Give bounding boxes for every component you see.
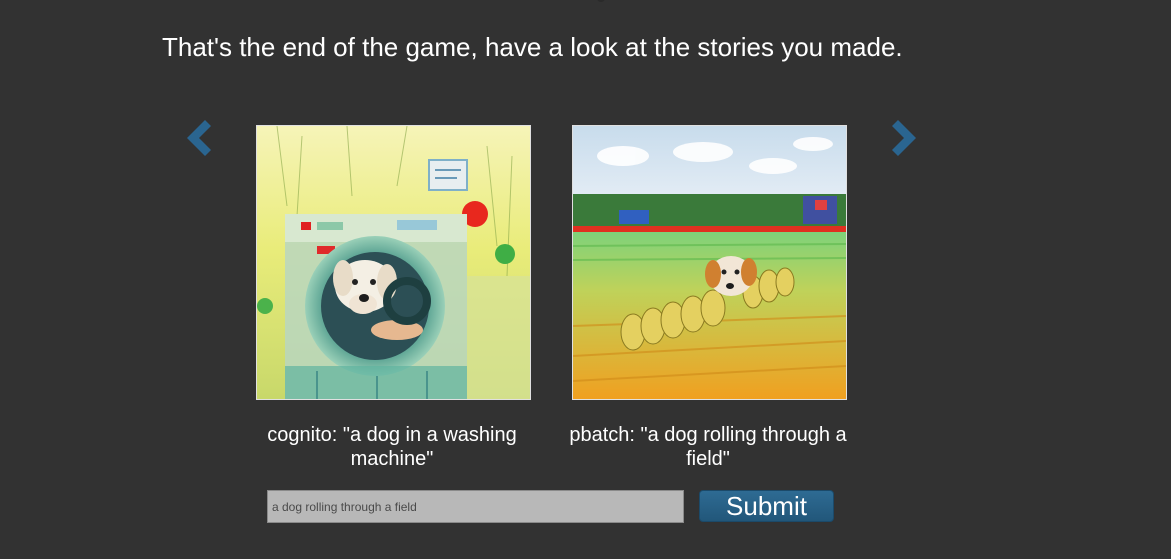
submit-button[interactable]: Submit	[699, 490, 834, 522]
chevron-left-icon	[187, 120, 211, 156]
story-text-input[interactable]	[267, 490, 684, 523]
next-story-button[interactable]	[888, 118, 920, 158]
dog-in-washing-machine-image	[257, 126, 530, 399]
dog-rolling-through-field-image	[573, 126, 846, 399]
story-image-1[interactable]	[256, 125, 531, 400]
story-image-2[interactable]	[572, 125, 847, 400]
top-marker	[597, 0, 605, 2]
page-title: That's the end of the game, have a look …	[162, 32, 903, 62]
previous-story-button[interactable]	[183, 118, 215, 158]
story-caption-2: pbatch: "a dog rolling through a field"	[569, 424, 847, 470]
game-end-screen: That's the end of the game, have a look …	[0, 0, 1171, 559]
story-caption-1: cognito: "a dog in a washing machine"	[267, 424, 517, 470]
chevron-right-icon	[892, 120, 916, 156]
